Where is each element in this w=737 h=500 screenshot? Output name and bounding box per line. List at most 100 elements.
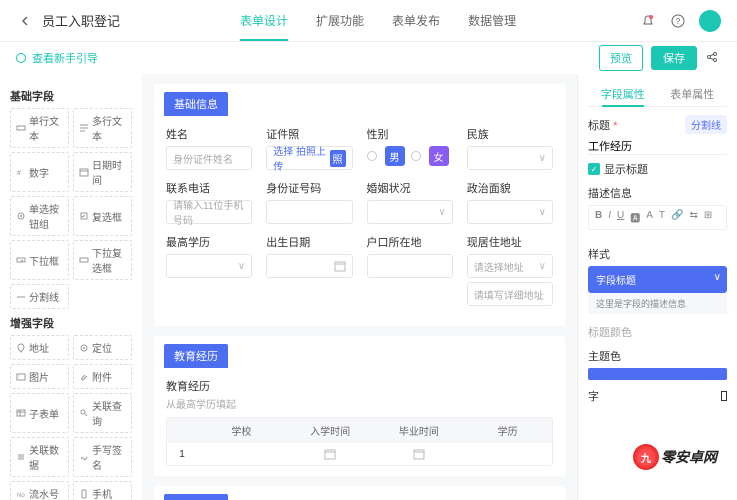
cell-degree[interactable] [463,443,552,465]
input-idnum[interactable] [266,200,352,224]
guide-icon [16,53,26,63]
input-name[interactable]: 身份证件姓名 [166,146,252,170]
col-grad: 毕业时间 [375,418,464,443]
label-birth: 出生日期 [266,234,352,250]
title-color-label: 标题颜色 [588,324,727,340]
bell-icon[interactable] [639,12,657,30]
input-edu[interactable]: ∨ [166,254,252,278]
input-idcard[interactable]: 选择 拍照上传照 [266,146,352,170]
field-multi-text[interactable]: 多行文本 [73,108,132,148]
sub-toolbar: 查看新手引导 预览 保存 [0,42,737,74]
group-basic: 基础字段 [10,88,132,104]
theme-color-label: 主题色 [588,348,727,364]
group-enhanced: 增强字段 [10,315,132,331]
svg-text:No: No [17,493,25,499]
back-icon[interactable] [16,12,34,30]
field-number[interactable]: #数字 [10,152,69,192]
help-icon[interactable]: ? [669,12,687,30]
col-degree: 学历 [463,418,552,443]
section-basic-title: 基础信息 [164,92,228,116]
property-panel: 字段属性 表单属性 标题 *分割线 ✓显示标题 描述信息 BIU🅰AT🔗⇆⊞ 样… [577,74,737,500]
title-input[interactable] [588,138,727,155]
tab-form-props[interactable]: 表单属性 [658,82,728,106]
section-work[interactable]: 工作经历 [154,486,565,500]
main-tabs: 表单设计 扩展功能 表单发布 数据管理 [240,0,516,41]
field-attachment[interactable]: 附件 [73,364,132,389]
cell-enroll[interactable] [286,443,375,465]
form-canvas: 基础信息 姓名身份证件姓名 证件照选择 拍照上传照 性别男女 民族 ∨ 联系电话请… [142,74,577,500]
input-phone[interactable]: 请输入11位手机号码 [166,200,252,224]
input-ethnic[interactable]: ∨ [467,146,553,170]
field-location[interactable]: 定位 [73,335,132,360]
field-palette: 基础字段 单行文本 多行文本 #数字 日期时间 单选按钮组 复选框 下拉框 下拉… [0,74,142,500]
font-label: 字 [588,388,727,404]
field-signature[interactable]: 手写签名 [73,437,132,477]
save-button[interactable]: 保存 [651,46,697,70]
avatar[interactable] [699,10,721,32]
field-checkbox[interactable]: 复选框 [73,196,132,236]
tab-publish[interactable]: 表单发布 [392,0,440,41]
field-serial[interactable]: No流水号 [10,481,69,500]
edu-subtable[interactable]: 学校 入学时间 毕业时间 学历 1 [166,417,553,466]
section-work-title: 工作经历 [164,494,228,500]
col-school: 学校 [197,418,286,443]
label-addr: 现居住地址 [467,234,553,250]
cell-school[interactable] [197,443,286,465]
style-label: 样式 [588,246,727,262]
guide-link[interactable]: 查看新手引导 [32,50,98,66]
show-title-checkbox[interactable]: ✓ [588,163,600,175]
field-datetime[interactable]: 日期时间 [73,152,132,192]
row-index: 1 [167,443,197,465]
tab-data[interactable]: 数据管理 [468,0,516,41]
rich-toolbar[interactable]: BIU🅰AT🔗⇆⊞ [588,205,727,230]
divider-chip[interactable]: 分割线 [685,115,727,134]
field-divider[interactable]: 分割线 [10,284,69,309]
label-marital: 婚姻状况 [367,180,453,196]
theme-color-picker[interactable] [588,368,727,380]
label-idnum: 身份证号码 [266,180,352,196]
field-image[interactable]: 图片 [10,364,69,389]
section-education[interactable]: 教育经历 教育经历 从最高学历填起 学校 入学时间 毕业时间 学历 1 [154,336,565,476]
col-enroll: 入学时间 [286,418,375,443]
field-relation-data[interactable]: 关联数据 [10,437,69,477]
section-edu-title: 教育经历 [164,344,228,368]
field-single-text[interactable]: 单行文本 [10,108,69,148]
input-political[interactable]: ∨ [467,200,553,224]
cell-grad[interactable] [375,443,464,465]
label-ethnic: 民族 [467,126,553,142]
input-huji[interactable] [367,254,453,278]
edu-subtitle: 教育经历 [166,378,553,394]
label-gender: 性别 [367,126,453,142]
label-huji: 户口所在地 [367,234,453,250]
label-edu: 最高学历 [166,234,252,250]
show-title-label: 显示标题 [604,161,648,177]
share-icon[interactable] [705,50,721,66]
input-addr-sel[interactable]: 请选择地址∨ [467,254,553,278]
field-address[interactable]: 地址 [10,335,69,360]
field-multiselect[interactable]: 下拉复选框 [73,240,132,280]
edu-hint: 从最高学历填起 [166,394,553,413]
tab-form-design[interactable]: 表单设计 [240,0,288,41]
tab-extensions[interactable]: 扩展功能 [316,0,364,41]
field-select[interactable]: 下拉框 [10,240,69,280]
field-phone[interactable]: 手机 [73,481,132,500]
preview-button[interactable]: 预览 [599,45,643,71]
tab-field-props[interactable]: 字段属性 [588,82,658,106]
input-marital[interactable]: ∨ [367,200,453,224]
field-radio[interactable]: 单选按钮组 [10,196,69,236]
label-idcard: 证件照 [266,126,352,142]
style-preview[interactable]: 字段标题∨ [588,266,727,293]
input-addr-detail[interactable]: 请填写详细地址 [467,282,553,306]
svg-text:#: # [17,170,21,177]
label-name: 姓名 [166,126,252,142]
section-basic[interactable]: 基础信息 姓名身份证件姓名 证件照选择 拍照上传照 性别男女 民族 ∨ 联系电话请… [154,84,565,326]
app-header: 员工入职登记 表单设计 扩展功能 表单发布 数据管理 ? [0,0,737,42]
radio-gender[interactable]: 男女 [367,146,453,166]
svg-text:?: ? [676,17,681,26]
field-subtable[interactable]: 子表单 [10,393,69,433]
style-hint: 这里是字段的描述信息 [588,293,727,314]
input-birth[interactable] [266,254,352,278]
field-relation-query[interactable]: 关联查询 [73,393,132,433]
label-phone: 联系电话 [166,180,252,196]
desc-label: 描述信息 [588,185,727,201]
